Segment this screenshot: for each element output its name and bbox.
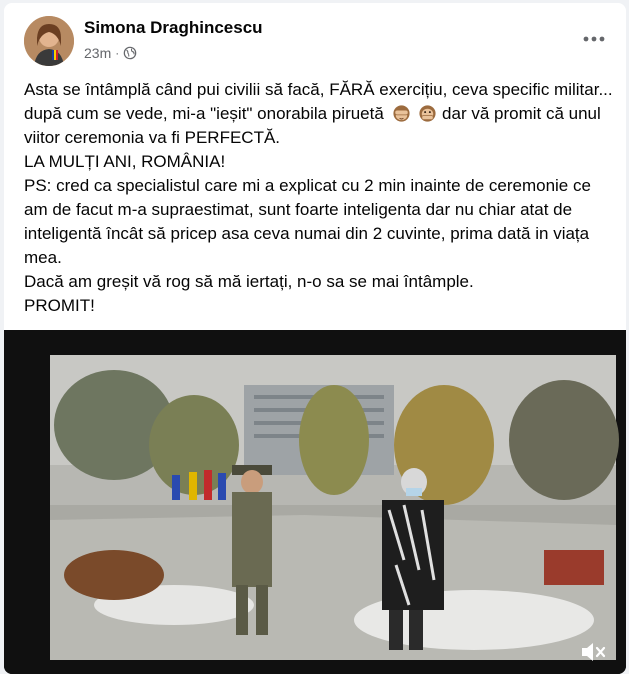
post-paragraph-2: LA MULȚI ANI, ROMÂNIA! xyxy=(24,152,226,171)
post-paragraph-1: Asta se întâmplă când pui civilii să fac… xyxy=(24,78,616,150)
speak-no-evil-monkey-icon xyxy=(419,105,436,122)
post-text: Asta se întâmplă când pui civilii să fac… xyxy=(24,78,616,318)
video-player[interactable] xyxy=(4,330,626,674)
post-paragraph-5: PROMIT! xyxy=(24,296,95,315)
post-card: Simona Draghincescu 23m · Asta se întâmp… xyxy=(4,3,626,674)
meta-separator: · xyxy=(115,46,120,60)
video-frame xyxy=(4,330,626,674)
author-avatar[interactable] xyxy=(24,16,74,66)
muted-speaker-icon[interactable] xyxy=(580,640,606,664)
author-name[interactable]: Simona Draghincescu xyxy=(84,18,263,38)
post-meta: 23m · xyxy=(84,45,137,61)
post-paragraph-3: PS: cred ca specialistul care mi a expli… xyxy=(24,176,591,267)
post-time[interactable]: 23m xyxy=(84,45,111,61)
see-no-evil-monkey-icon xyxy=(392,105,410,122)
globe-icon[interactable] xyxy=(123,46,137,60)
more-options-icon xyxy=(583,36,605,42)
more-options-button[interactable] xyxy=(576,25,612,53)
post-paragraph-4: Dacă am greșit vă rog să mă iertați, n-o… xyxy=(24,272,474,291)
